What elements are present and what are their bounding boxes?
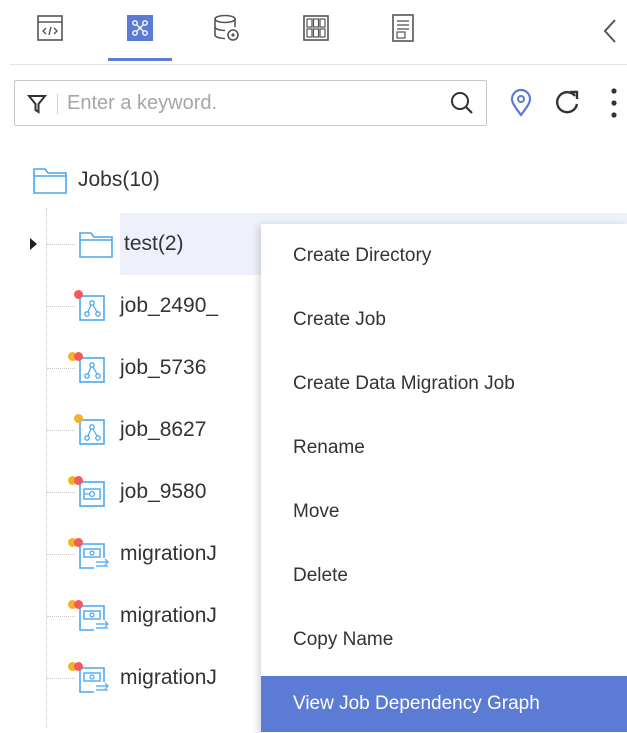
migration-job-icon xyxy=(68,538,110,570)
search-box xyxy=(14,80,487,126)
migration-job-icon xyxy=(68,600,110,632)
tree-node[interactable]: job_8627 xyxy=(74,410,207,450)
tree-connector xyxy=(47,368,75,369)
tree-item-label: migrationJ xyxy=(120,666,217,689)
active-tab-indicator xyxy=(108,58,172,61)
tree-item-label: migrationJ xyxy=(120,542,217,565)
status-dot-error xyxy=(74,538,83,547)
search-icon[interactable] xyxy=(449,90,475,121)
tab-table-grid[interactable] xyxy=(298,10,334,46)
menu-item-create-data-migration-job[interactable]: Create Data Migration Job xyxy=(261,356,627,412)
tree-item-label: job_2490_ xyxy=(120,294,219,317)
menu-item-move[interactable]: Move xyxy=(261,484,627,540)
search-separator xyxy=(57,94,58,114)
tree-node[interactable]: job_2490_ xyxy=(74,286,219,326)
status-dot-warning xyxy=(74,414,83,423)
tree-node[interactable]: migrationJ xyxy=(68,658,217,698)
menu-item-create-directory[interactable]: Create Directory xyxy=(261,228,627,284)
tree-item-label: job_9580 xyxy=(120,480,207,503)
tree-root-label: Jobs(10) xyxy=(78,168,160,191)
batch-job-icon xyxy=(68,352,110,384)
refresh-icon[interactable] xyxy=(553,88,581,123)
menu-item-view-job-dependency-graph[interactable]: View Job Dependency Graph xyxy=(261,676,627,732)
tree-node[interactable]: migrationJ xyxy=(68,534,217,574)
expand-arrow-icon[interactable] xyxy=(30,238,37,250)
status-dot-error xyxy=(74,476,83,485)
tree-connector xyxy=(47,616,75,617)
menu-item-create-job[interactable]: Create Job xyxy=(261,292,627,348)
database-icon xyxy=(214,14,239,41)
tree-item-label: job_8627 xyxy=(120,418,207,441)
tree-node[interactable]: test(2) xyxy=(78,224,184,264)
tree-connector xyxy=(47,306,75,307)
filter-icon[interactable] xyxy=(26,93,48,120)
search-input[interactable] xyxy=(67,87,397,119)
tree-node[interactable]: job_5736 xyxy=(68,348,207,388)
status-dot-error xyxy=(74,662,83,671)
tab-code[interactable] xyxy=(32,10,68,46)
tree-connector xyxy=(47,492,75,493)
chevron-left-icon xyxy=(603,19,616,43)
more-options-icon[interactable] xyxy=(609,86,619,125)
status-dot-error xyxy=(74,352,83,361)
tree-connector xyxy=(47,430,75,431)
tab-database[interactable] xyxy=(208,10,244,46)
tree-connector xyxy=(47,554,75,555)
tree-item-label: job_5736 xyxy=(120,356,207,379)
tab-workflow[interactable] xyxy=(122,10,158,46)
tree-item-label: migrationJ xyxy=(120,604,217,627)
tree-root-jobs[interactable]: Jobs(10) xyxy=(32,162,160,198)
status-dot-error xyxy=(74,290,83,299)
folder-icon xyxy=(33,168,67,194)
menu-item-rename[interactable]: Rename xyxy=(261,420,627,476)
menu-item-copy-name[interactable]: Copy Name xyxy=(261,612,627,668)
top-tab-bar xyxy=(0,0,627,62)
migration-job-icon xyxy=(68,662,110,694)
workflow-icon xyxy=(127,15,153,41)
menu-item-delete[interactable]: Delete xyxy=(261,548,627,604)
collapse-panel-button[interactable] xyxy=(597,14,623,48)
code-icon xyxy=(37,15,63,41)
locate-icon[interactable] xyxy=(509,88,533,123)
tab-document[interactable] xyxy=(386,10,422,46)
tree-connector xyxy=(47,244,75,245)
context-menu: Create Directory Create Job Create Data … xyxy=(261,224,627,733)
tree-node[interactable]: job_9580 xyxy=(68,472,207,512)
batch-job-icon xyxy=(74,290,110,322)
document-icon xyxy=(392,14,414,42)
table-grid-icon xyxy=(303,15,329,41)
tree-connector xyxy=(47,678,75,679)
tree-node[interactable]: migrationJ xyxy=(68,596,217,636)
realtime-job-icon xyxy=(68,476,110,508)
tree-item-label: test(2) xyxy=(124,232,184,255)
status-dot-error xyxy=(74,600,83,609)
batch-job-icon xyxy=(74,414,110,446)
tab-divider xyxy=(10,64,627,65)
folder-icon xyxy=(79,232,113,258)
